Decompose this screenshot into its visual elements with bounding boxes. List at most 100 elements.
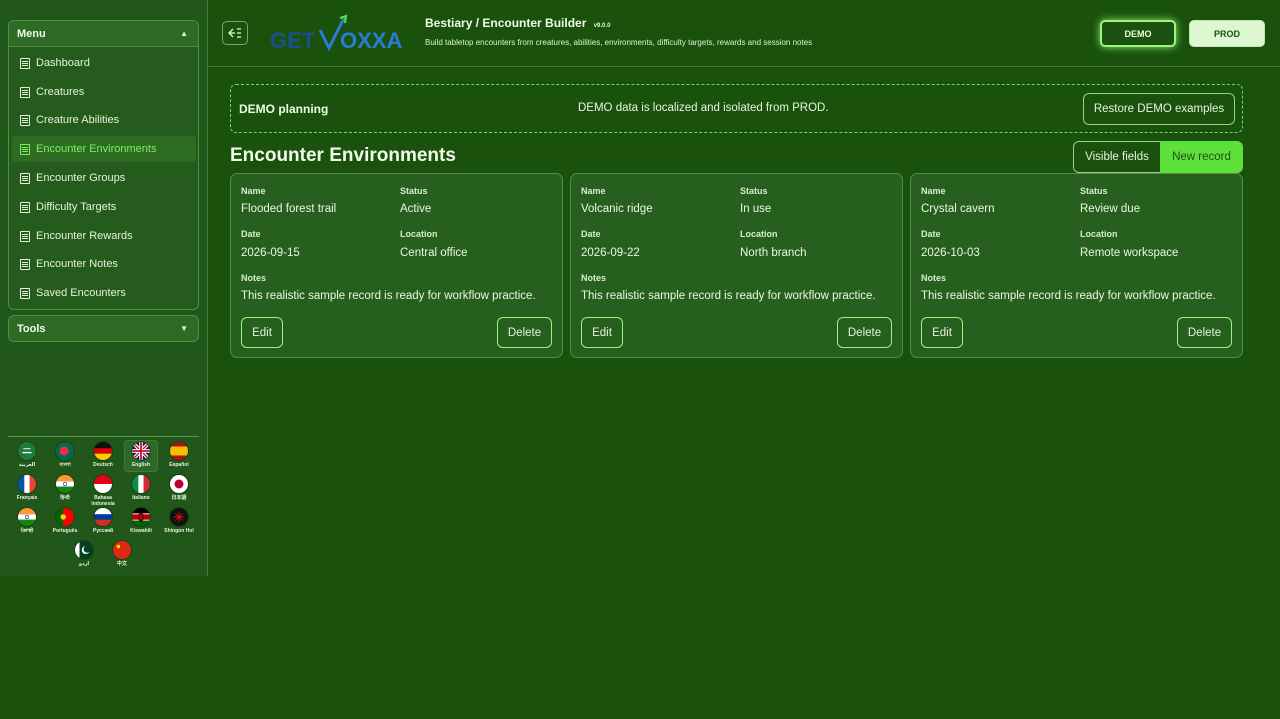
uk-flag-icon [131, 441, 151, 461]
language-russian[interactable]: Русский [86, 507, 120, 539]
language-urdu[interactable]: اردو [67, 540, 101, 572]
app-title: Bestiary / Encounter Builder v9.0.0 [425, 16, 610, 30]
demo-environment-button[interactable]: DEMO [1100, 20, 1176, 47]
banner-message: DEMO data is localized and isolated from… [578, 102, 829, 114]
prod-environment-button[interactable]: PROD [1189, 20, 1265, 47]
sidebar-item-encounter-rewards[interactable]: Encounter Rewards [12, 223, 196, 249]
language-label: Français [16, 495, 38, 501]
language-french[interactable]: Français [10, 474, 44, 506]
sidebar-item-encounter-notes[interactable]: Encounter Notes [12, 251, 196, 277]
name-value: Volcanic ridge [581, 203, 653, 215]
language-arabic[interactable]: العربية [10, 441, 44, 473]
pakistan-flag-icon [74, 540, 94, 560]
app-header: GET OXXA Bestiary / Encounter Builder v9… [208, 0, 1280, 67]
banner-title: DEMO planning [239, 102, 329, 116]
language-spanish[interactable]: Español [162, 441, 196, 473]
tools-toggle[interactable]: Tools ▼ [8, 315, 199, 342]
divider [8, 436, 199, 437]
document-icon [20, 114, 30, 126]
sidebar-item-label: Saved Encounters [36, 287, 126, 299]
language-english[interactable]: English [124, 440, 158, 472]
location-label: Location [1080, 229, 1118, 239]
status-value: Review due [1080, 203, 1141, 215]
language-bangla[interactable]: বাংলা [48, 441, 82, 473]
edit-button[interactable]: Edit [581, 317, 623, 348]
delete-button[interactable]: Delete [837, 317, 892, 348]
app-description: Build tabletop encounters from creatures… [425, 38, 813, 47]
delete-button[interactable]: Delete [497, 317, 552, 348]
sidebar-item-encounter-environments[interactable]: Encounter Environments [12, 136, 196, 162]
menu-toggle[interactable]: Menu ▲ [9, 21, 198, 47]
location-value: Central office [400, 247, 468, 259]
language-label: Deutsch [93, 462, 113, 468]
menu-panel: Menu ▲ Dashboard Creatures Creature Abil… [8, 20, 199, 310]
sidebar: Menu ▲ Dashboard Creatures Creature Abil… [0, 0, 208, 576]
sidebar-item-saved-encounters[interactable]: Saved Encounters [12, 280, 196, 306]
sidebar-item-creature-abilities[interactable]: Creature Abilities [12, 107, 196, 133]
edit-button[interactable]: Edit [241, 317, 283, 348]
language-portuguese[interactable]: Português [48, 507, 82, 539]
app-version: v9.0.0 [593, 23, 611, 29]
language-punjabi[interactable]: ਪੰਜਾਬੀ [10, 507, 44, 539]
location-label: Location [740, 229, 778, 239]
new-record-button[interactable]: New record [1160, 141, 1243, 173]
language-italian[interactable]: Italiano [124, 474, 158, 506]
document-icon [20, 86, 30, 98]
indonesia-flag-icon [93, 474, 113, 494]
name-label: Name [921, 186, 946, 196]
language-label: Kiswahili [130, 528, 152, 534]
restore-demo-button[interactable]: Restore DEMO examples [1083, 93, 1235, 125]
sidebar-item-difficulty-targets[interactable]: Difficulty Targets [12, 194, 196, 220]
language-label: العربية [18, 462, 36, 468]
language-label: Bahasa Indonesia [91, 495, 115, 507]
language-swahili[interactable]: Kiswahili [124, 507, 158, 539]
edit-button[interactable]: Edit [921, 317, 963, 348]
delete-button[interactable]: Delete [1177, 317, 1232, 348]
sidebar-item-label: Creatures [36, 86, 85, 98]
japan-flag-icon [169, 474, 189, 494]
svg-text:GET: GET [270, 28, 316, 53]
saudi-flag-icon [17, 441, 37, 461]
sidebar-item-label: Encounter Environments [36, 143, 157, 155]
language-german[interactable]: Deutsch [86, 441, 120, 473]
sidebar-item-label: Encounter Notes [36, 258, 118, 270]
svg-text:OXXA: OXXA [340, 28, 402, 53]
document-icon [20, 172, 30, 184]
notes-value: This realistic sample record is ready fo… [581, 290, 876, 302]
language-hindi[interactable]: हिन्दी [48, 474, 82, 506]
status-label: Status [1080, 186, 1108, 196]
italy-flag-icon [131, 474, 151, 494]
sidebar-item-encounter-groups[interactable]: Encounter Groups [12, 165, 196, 191]
india-flag-icon [55, 474, 75, 494]
name-value: Flooded forest trail [241, 203, 337, 215]
status-label: Status [740, 186, 768, 196]
language-chinese[interactable]: 中文 [105, 540, 139, 572]
location-value: North branch [740, 247, 807, 259]
location-value: Remote workspace [1080, 247, 1179, 259]
language-label: हिन्दी [60, 495, 70, 501]
language-label: 日本語 [171, 495, 187, 501]
language-label: Русский [92, 528, 114, 534]
language-label: English [131, 462, 151, 468]
document-icon [20, 230, 30, 242]
language-japanese[interactable]: 日本語 [162, 474, 196, 506]
location-label: Location [400, 229, 438, 239]
sidebar-collapse-button[interactable] [222, 21, 248, 45]
sidebar-item-dashboard[interactable]: Dashboard [12, 50, 196, 76]
france-flag-icon [17, 474, 37, 494]
date-label: Date [581, 229, 601, 239]
sidebar-item-label: Encounter Rewards [36, 230, 133, 242]
language-shingon[interactable]: Shingon Hol [162, 507, 196, 539]
bangladesh-flag-icon [55, 441, 75, 461]
china-flag-icon [112, 540, 132, 560]
language-label: ਪੰਜਾਬੀ [20, 528, 34, 534]
name-label: Name [581, 186, 606, 196]
sidebar-item-label: Creature Abilities [36, 114, 120, 126]
notes-label: Notes [921, 273, 947, 283]
sidebar-item-creatures[interactable]: Creatures [12, 79, 196, 105]
document-icon [20, 258, 30, 270]
visible-fields-button[interactable]: Visible fields [1073, 141, 1161, 173]
document-icon [20, 201, 30, 213]
language-indonesian[interactable]: Bahasa Indonesia [86, 474, 120, 507]
status-label: Status [400, 186, 428, 196]
